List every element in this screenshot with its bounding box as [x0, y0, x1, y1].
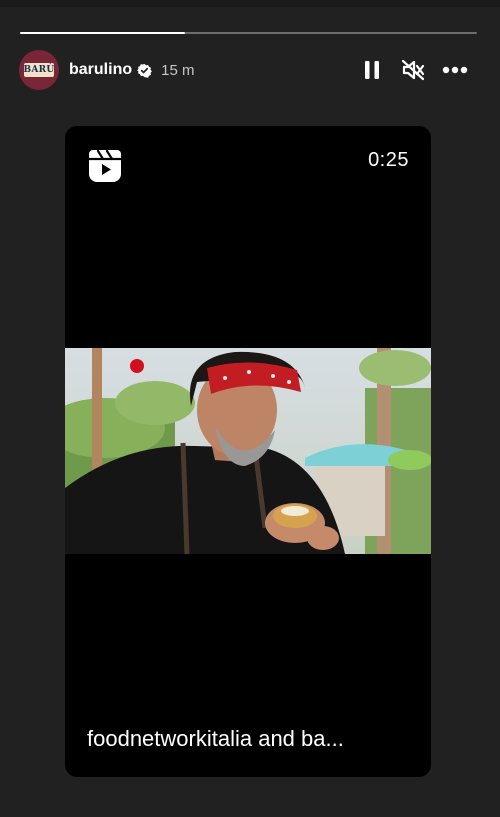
video-frame[interactable] — [65, 348, 431, 554]
more-icon — [442, 66, 468, 74]
avatar-logo-text: BARÙ — [23, 65, 55, 75]
story-progress-fill — [20, 32, 185, 34]
window-top-edge — [0, 0, 500, 7]
mute-button[interactable] — [401, 58, 425, 82]
avatar-logo: BARÙ — [23, 63, 55, 77]
more-options-button[interactable] — [441, 58, 469, 82]
video-thumbnail — [65, 348, 431, 554]
post-timestamp: 15 m — [161, 61, 195, 79]
mute-icon — [401, 59, 425, 81]
story-header: BARÙ barulino 15 m — [19, 50, 479, 90]
reels-icon — [89, 149, 121, 182]
story-controls — [361, 50, 479, 90]
story-progress-bar — [20, 32, 477, 34]
pause-icon — [365, 61, 379, 79]
username-link[interactable]: barulino — [69, 61, 132, 79]
avatar[interactable]: BARÙ — [19, 50, 59, 90]
video-caption: foodnetworkitalia and ba... — [87, 726, 344, 751]
verified-badge-icon — [137, 63, 152, 78]
story-media-card[interactable]: 0:25 foodnetworkitalia and ba... — [65, 126, 431, 777]
video-duration: 0:25 — [368, 149, 409, 171]
pause-button[interactable] — [361, 59, 383, 81]
